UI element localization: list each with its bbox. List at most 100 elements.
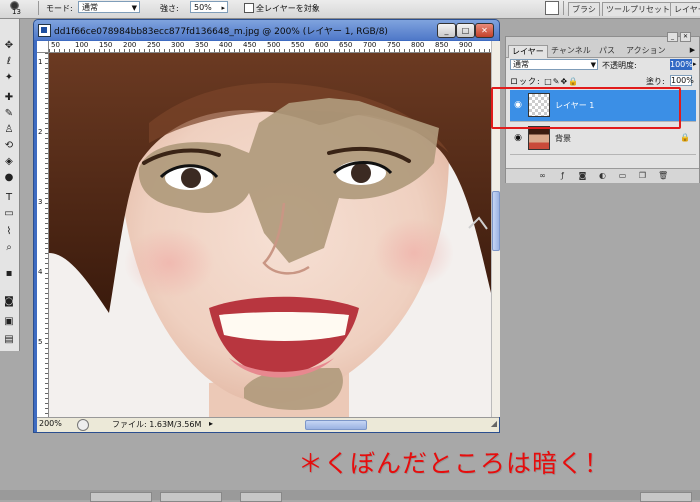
move-tool-icon[interactable]: ✥	[2, 39, 16, 53]
stamp-tool-icon[interactable]: ♙	[2, 123, 16, 137]
status-menu-arrow-icon[interactable]: ▸	[209, 419, 213, 428]
ruler-tick: 800	[411, 41, 425, 49]
strength-field[interactable]: 50% ▸	[190, 1, 228, 13]
tab-actions[interactable]: アクション	[623, 45, 669, 57]
ruler-tick: 700	[363, 41, 377, 49]
right-cheek	[374, 218, 454, 288]
shape-tool-icon[interactable]: ▭	[2, 207, 16, 221]
file-size-info: ファイル: 1.63M/3.56M	[112, 420, 202, 429]
image-canvas[interactable]	[49, 53, 491, 417]
resize-grip-icon[interactable]: ◢	[491, 419, 497, 428]
blend-mode-select[interactable]: 通常 ▼	[510, 59, 598, 70]
color-swatch-icon[interactable]: ▪	[2, 267, 16, 281]
screen-mode-icon[interactable]: ▣	[2, 315, 16, 329]
taskbar-item[interactable]	[90, 492, 152, 502]
layer-style-icon[interactable]: ƒ	[558, 171, 567, 180]
zoom-tool-icon[interactable]: ⌕	[2, 241, 16, 255]
tab-paths[interactable]: パス	[596, 45, 618, 57]
highlight-annotation	[491, 87, 681, 129]
ruler-tick: 100	[75, 41, 89, 49]
lasso-tool-icon[interactable]: ℓ	[2, 55, 16, 69]
all-layers-checkbox[interactable]	[244, 3, 254, 13]
left-iris	[181, 168, 201, 188]
zoom-level[interactable]: 200%	[39, 419, 62, 428]
ruler-tick: 350	[195, 41, 209, 49]
panel-window-buttons: _ ✕	[665, 31, 695, 42]
mode-label: モード:	[46, 4, 73, 13]
panel-minimize-button[interactable]: _	[667, 32, 678, 42]
delete-layer-icon[interactable]: 🗑	[658, 171, 668, 180]
tab-channels[interactable]: チャンネル	[548, 45, 594, 57]
layer-mask-icon[interactable]: ◙	[578, 171, 587, 180]
strength-label: 強さ:	[160, 4, 179, 13]
brush-preset-picker[interactable]: 13	[6, 0, 24, 16]
teeth	[219, 312, 349, 341]
right-iris	[351, 163, 371, 183]
paint-bucket-icon[interactable]: ◈	[2, 155, 16, 169]
ruler-tick: 2	[38, 128, 43, 136]
fill-field[interactable]: 100%	[670, 75, 694, 86]
tab-layers[interactable]: レイヤー	[508, 45, 548, 58]
ruler-tick: 500	[267, 41, 281, 49]
link-layers-icon[interactable]: ∞	[538, 171, 547, 180]
blend-mode-value: 通常	[513, 60, 529, 69]
mode-value: 通常	[82, 3, 98, 12]
taskbar-item[interactable]	[640, 492, 692, 502]
ruler-tick: 250	[147, 41, 161, 49]
vertical-ruler[interactable]: 1 2 3 4 5	[37, 53, 49, 417]
panel-close-button[interactable]: ✕	[680, 32, 691, 42]
palette-well-icon[interactable]	[545, 1, 559, 15]
ruler-tick: 600	[315, 41, 329, 49]
eye-icon[interactable]: ◉	[512, 133, 524, 143]
eyedropper-icon[interactable]: ⌇	[2, 225, 16, 239]
layer-thumbnail	[528, 126, 550, 150]
new-group-icon[interactable]: ▭	[618, 171, 627, 180]
magic-wand-icon[interactable]: ✦	[2, 71, 16, 85]
mode-select[interactable]: 通常 ▼	[78, 1, 140, 13]
quick-mask-icon[interactable]: ◙	[2, 295, 16, 309]
history-brush-icon[interactable]: ⟲	[2, 139, 16, 153]
ruler-tick: 5	[38, 338, 43, 346]
taskbar-item[interactable]	[240, 492, 282, 502]
maximize-button[interactable]: □	[456, 23, 475, 38]
options-bar: 13 モード: 通常 ▼ 強さ: 50% ▸ 全レイヤーを対象 ブラシ ツールプリセ…	[0, 0, 700, 19]
opacity-field[interactable]: 100%	[670, 59, 693, 70]
navigator-icon[interactable]	[77, 419, 89, 431]
ruler-tick: 300	[171, 41, 185, 49]
tab-layers-comp[interactable]: レイヤー	[670, 2, 700, 16]
document-statusbar: 200% ファイル: 1.63M/3.56M ▸ ◢	[37, 417, 499, 432]
ruler-tick: 50	[51, 41, 60, 49]
scroll-thumb[interactable]	[492, 191, 500, 251]
opacity-label: 不透明度:	[602, 61, 637, 70]
document-icon	[38, 24, 51, 37]
jump-to-icon[interactable]: ▤	[2, 333, 16, 347]
lock-options-icon[interactable]: □✎✥🔒	[544, 77, 579, 86]
brush-size: 13	[12, 8, 21, 16]
horizontal-scroll-thumb[interactable]	[305, 420, 367, 430]
close-button[interactable]: ✕	[475, 23, 494, 38]
type-tool-icon[interactable]: T	[2, 191, 16, 205]
ruler-tick: 750	[387, 41, 401, 49]
lock-icon: 🔒	[680, 133, 690, 142]
separator	[38, 1, 39, 15]
horizontal-ruler[interactable]: 50 100 150 200 250 300 350 400 450 500 5…	[49, 41, 491, 53]
new-layer-icon[interactable]: ❐	[638, 171, 647, 180]
minimize-button[interactable]: _	[437, 23, 456, 38]
taskbar-item[interactable]	[160, 492, 222, 502]
panel-header[interactable]: _ ✕	[506, 32, 699, 45]
adjustment-layer-icon[interactable]: ◐	[598, 171, 607, 180]
tab-tool-presets[interactable]: ツールプリセット	[602, 2, 674, 16]
panel-menu-icon[interactable]: ▶	[688, 46, 697, 55]
left-cheek	[124, 228, 214, 298]
ruler-tick: 4	[38, 268, 43, 276]
tab-brushes[interactable]: ブラシ	[568, 2, 600, 16]
caption-text: ＊くぼんだところは暗く！	[298, 449, 611, 478]
ruler-origin[interactable]	[37, 41, 49, 53]
portrait-photo	[49, 53, 491, 417]
healing-brush-icon[interactable]: ✚	[2, 91, 16, 105]
brush-tool-icon[interactable]: ✎	[2, 107, 16, 121]
document-titlebar[interactable]: dd1f66ce078984bb83ecc877fd136648_m.jpg @…	[34, 20, 499, 40]
chevron-right-icon[interactable]: ▸	[693, 60, 697, 68]
ruler-tick: 850	[435, 41, 449, 49]
dodge-tool-icon[interactable]: ●	[2, 171, 16, 185]
